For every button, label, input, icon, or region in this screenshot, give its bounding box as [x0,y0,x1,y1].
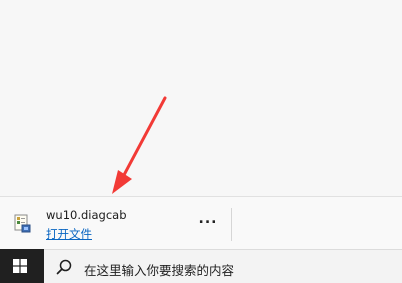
download-file-name[interactable]: wu10.diagcab [46,208,127,222]
divider [231,208,232,241]
open-file-link[interactable]: 打开文件 [46,226,92,242]
search-placeholder: 在这里输入你要搜索的内容 [84,263,235,278]
browser-content-area [0,0,402,196]
more-options-button[interactable]: ... [196,212,220,231]
taskbar-search-box[interactable]: 在这里输入你要搜索的内容 [44,249,402,283]
windows-logo-icon [13,259,27,273]
diagcab-file-icon [14,214,32,234]
taskbar: 在这里输入你要搜索的内容 [0,249,402,283]
start-button[interactable] [0,249,44,283]
search-icon [56,259,72,275]
download-bar: wu10.diagcab 打开文件 ... [0,196,402,249]
